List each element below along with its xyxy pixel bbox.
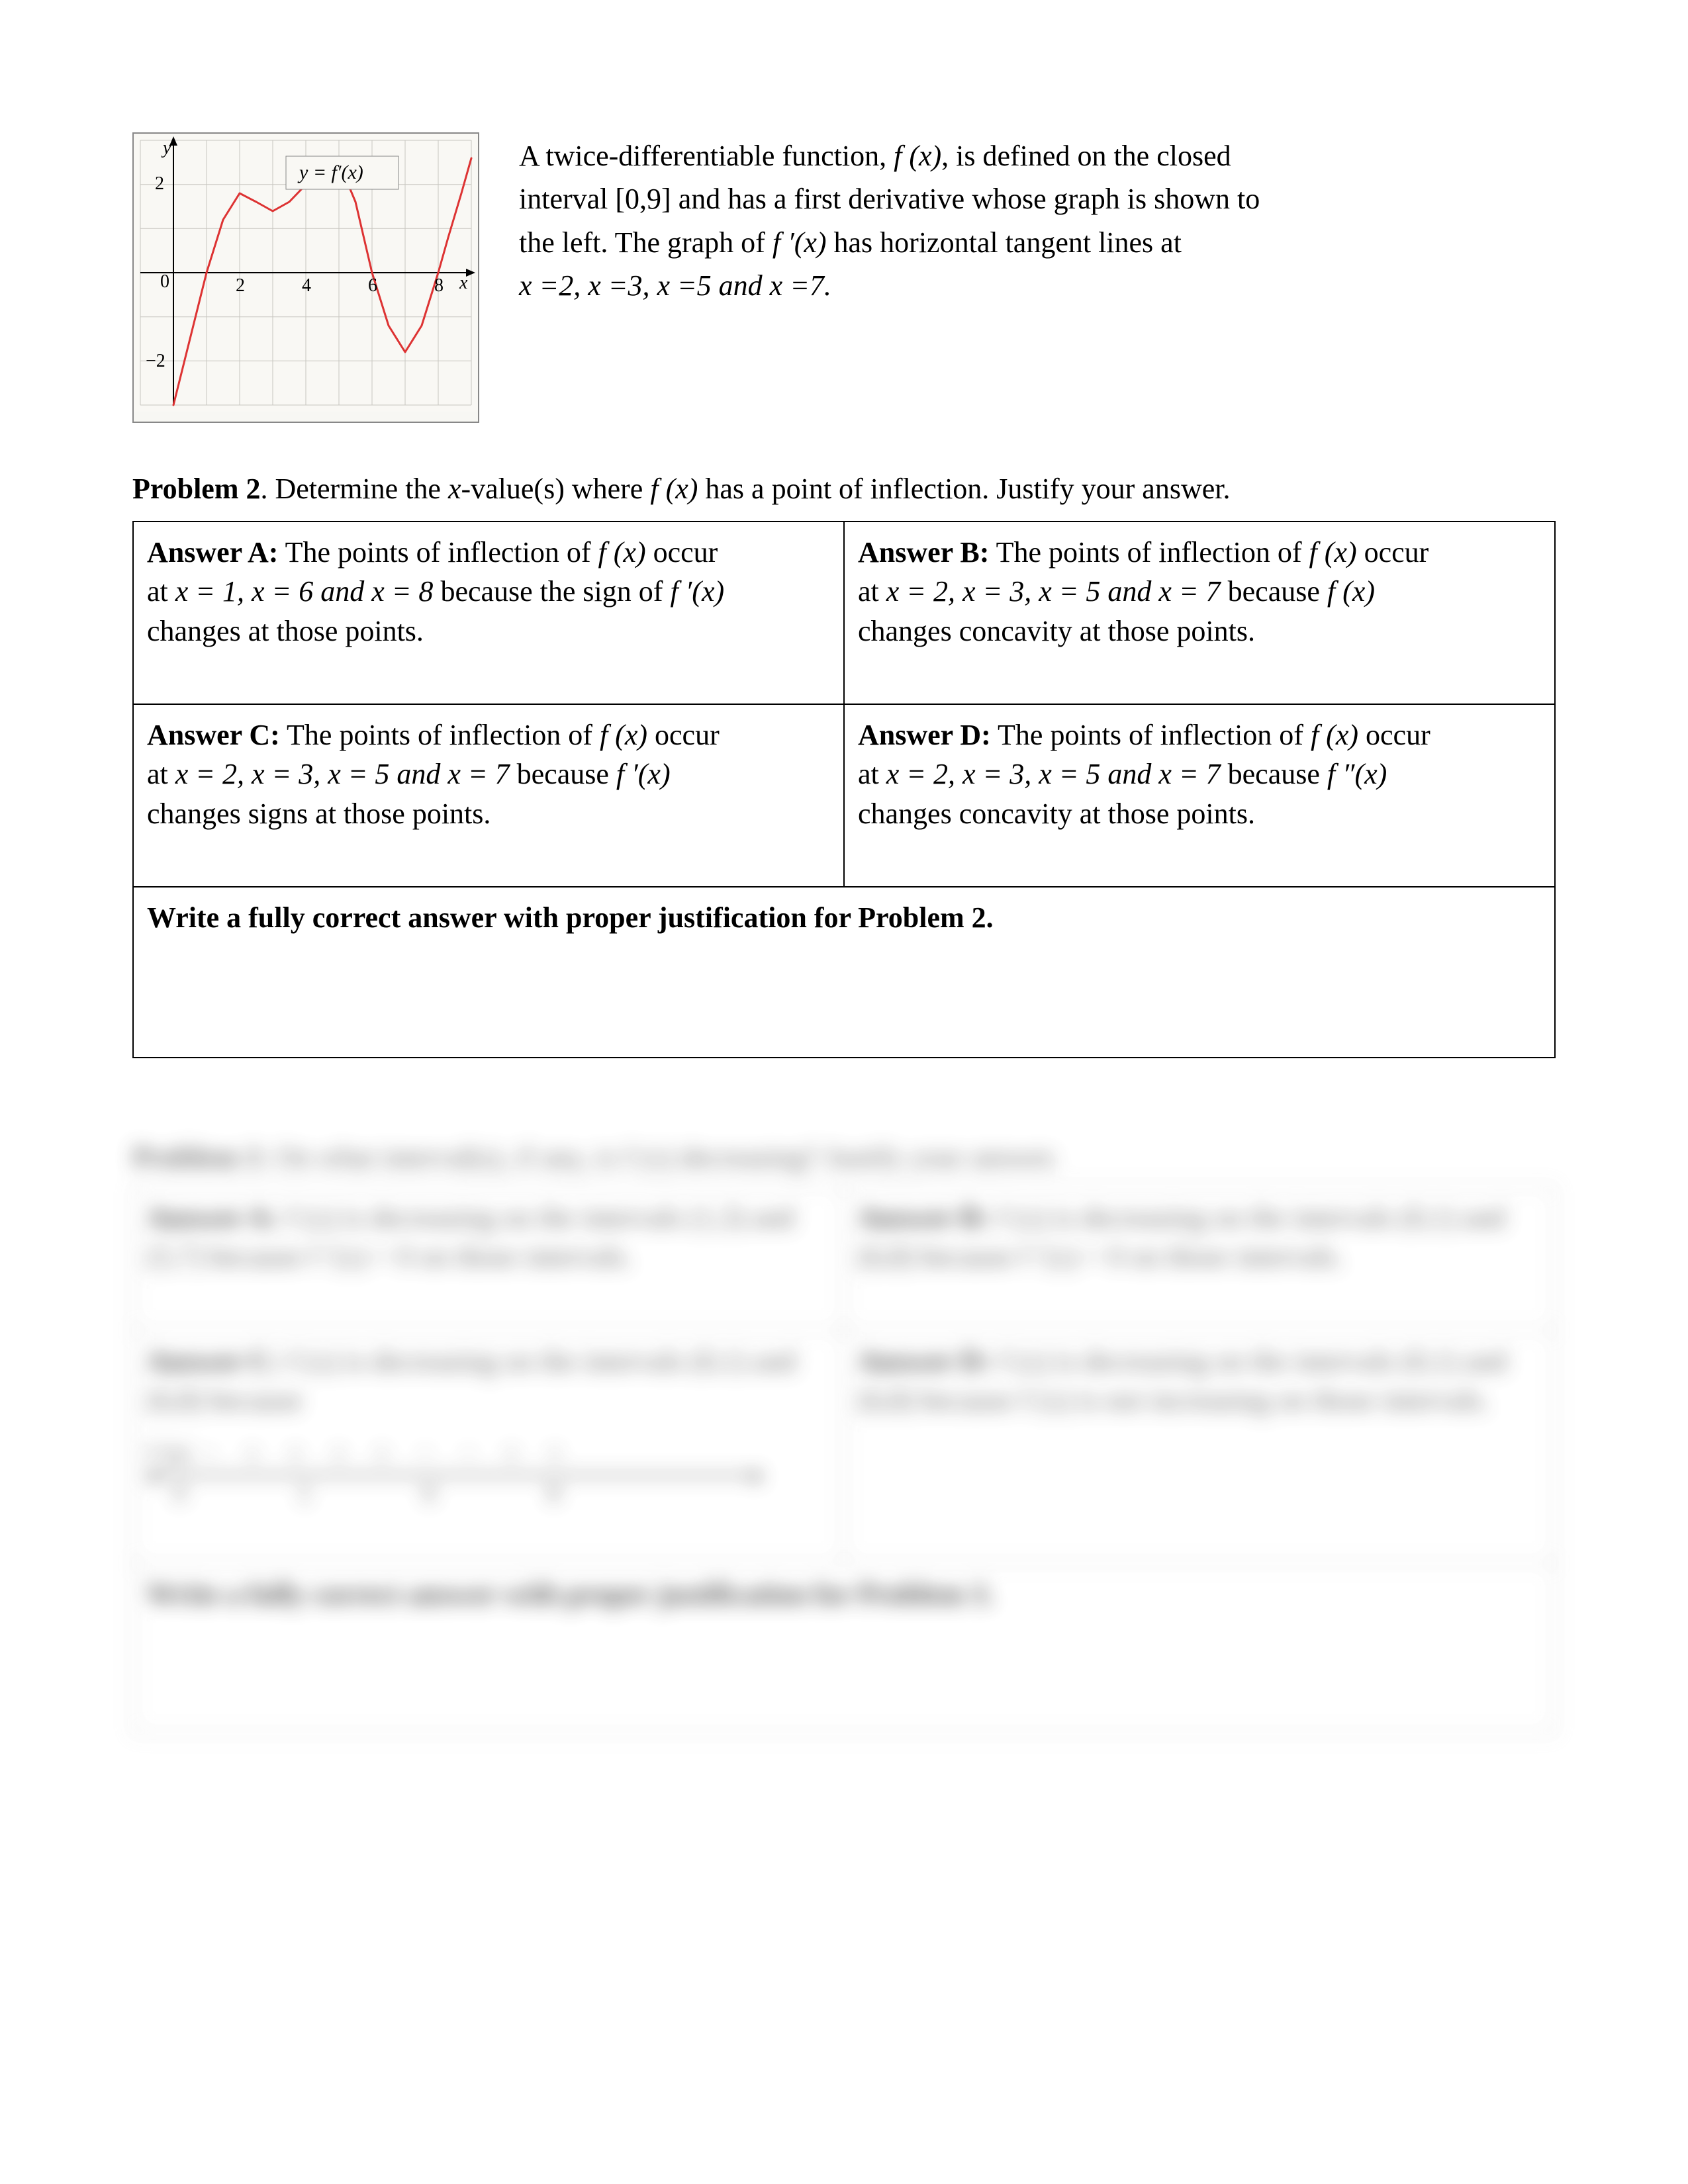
answer-C-label: Answer C:	[147, 719, 280, 751]
svg-text:x: x	[459, 273, 468, 293]
problem3-answers-table: Answer A: f (x) is decreasing on the int…	[132, 1186, 1556, 1735]
answer-A-label: Answer A:	[147, 536, 278, 569]
intro-l3a: the left. The graph of	[519, 226, 773, 259]
answer-B: Answer B: The points of inflection of f …	[844, 522, 1555, 704]
C-t4: because	[510, 758, 616, 790]
svg-text:2: 2	[155, 173, 164, 194]
page: 0 2 4 6 8 2 −2 y x y = f′(x) A twice-dif…	[0, 0, 1688, 2184]
svg-text:0: 0	[160, 271, 169, 292]
p2-ta: . Determine the	[261, 473, 448, 505]
C-fx: f (x)	[600, 719, 647, 751]
problem3-label: Problem 3	[132, 1141, 261, 1173]
fx-symbol: f (x)	[894, 140, 941, 172]
answer-C: Answer C: The points of inflection of f …	[133, 704, 844, 887]
sign-chart-axis	[147, 1474, 762, 1477]
intro-l1a: A twice-differentiable function,	[519, 140, 894, 172]
answer-A: Answer A: The points of inflection of f …	[133, 522, 844, 704]
answer3-A: Answer A: f (x) is decreasing on the int…	[133, 1187, 844, 1330]
A-fpx: f ′(x)	[670, 575, 724, 608]
svg-text:4: 4	[302, 275, 311, 296]
p2-fx: f (x)	[650, 473, 698, 505]
p2-x: x	[448, 473, 461, 505]
intro-l1b: , is defined on the closed	[941, 140, 1231, 172]
B-fx: f (x)	[1309, 536, 1357, 569]
A-t3: at	[147, 575, 175, 608]
A-xs: x = 1, x = 6 and x = 8	[175, 575, 434, 608]
problem2-answers-table: Answer A: The points of inflection of f …	[132, 521, 1556, 1058]
B-t5: changes concavity at those points.	[858, 615, 1255, 647]
sign-chart: f ′(x) − + + + + − − + + 0 1 6 8	[147, 1439, 830, 1510]
write-full-2-text: Write a fully correct answer with proper…	[147, 901, 994, 934]
write-full-answer-3: Write a fully correct answer with proper…	[133, 1563, 1555, 1733]
D-fppx: f ″(x)	[1327, 758, 1387, 790]
answer3-C: Answer C: f (x) is decreasing on the int…	[133, 1330, 844, 1564]
D-t1: The points of inflection of	[991, 719, 1311, 751]
answer-B-label: Answer B:	[858, 536, 989, 569]
intro-l2: interval [0,9] and has a first derivativ…	[519, 179, 1556, 218]
answer3-D: Answer D: f (x) is decreasing on the int…	[844, 1330, 1555, 1564]
intro-l3b: has horizontal tangent lines at	[827, 226, 1182, 259]
D-t4: because	[1221, 758, 1327, 790]
C-t5: changes signs at those points.	[147, 797, 491, 830]
intro-text: A twice-differentiable function, f (x), …	[519, 132, 1556, 310]
B-xs: x = 2, x = 3, x = 5 and x = 7	[886, 575, 1221, 608]
B-fx2: f (x)	[1327, 575, 1375, 608]
svg-text:y: y	[161, 138, 171, 158]
B-t4: because	[1221, 575, 1327, 608]
derivative-graph: 0 2 4 6 8 2 −2 y x y = f′(x)	[132, 132, 479, 423]
fpx-symbol: f ′(x)	[773, 226, 827, 259]
sign-chart-ticks: 0 1 6 8	[147, 1479, 830, 1510]
sign-chart-signs: − + + + + − − + +	[203, 1441, 573, 1467]
intro-row: 0 2 4 6 8 2 −2 y x y = f′(x) A twice-dif…	[132, 132, 1556, 423]
D-xs: x = 2, x = 3, x = 5 and x = 7	[886, 758, 1221, 790]
C-fpx: f ′(x)	[616, 758, 671, 790]
C-t2: occur	[647, 719, 720, 751]
svg-text:2: 2	[236, 275, 245, 296]
C-xs: x = 2, x = 3, x = 5 and x = 7	[175, 758, 510, 790]
graph-svg: 0 2 4 6 8 2 −2 y x y = f′(x)	[134, 134, 478, 412]
D-fx: f (x)	[1311, 719, 1358, 751]
svg-text:8: 8	[434, 275, 444, 296]
p2-tc: has a point of inflection. Justify your …	[698, 473, 1230, 505]
svg-text:6: 6	[368, 275, 377, 296]
D-t2: occur	[1358, 719, 1430, 751]
A-fx: f (x)	[598, 536, 646, 569]
answer3-B-label: Answer B:	[858, 1201, 989, 1234]
answer-D-label: Answer D:	[858, 719, 991, 751]
intro-l4: x =2, x =3, x =5 and x =7.	[519, 269, 831, 302]
C-t3: at	[147, 758, 175, 790]
A-t4: because the sign of	[433, 575, 670, 608]
problem3-statement: Problem 3. On what interval(s), if any, …	[132, 1138, 1556, 1177]
write-full-3-text: Write a fully correct answer with proper…	[147, 1578, 994, 1610]
problem2-statement: Problem 2. Determine the x-value(s) wher…	[132, 469, 1556, 508]
answer-D: Answer D: The points of inflection of f …	[844, 704, 1555, 887]
C-t1: The points of inflection of	[280, 719, 600, 751]
B-t1: The points of inflection of	[989, 536, 1309, 569]
A-t5: changes at those points.	[147, 615, 424, 647]
B-t2: occur	[1357, 536, 1429, 569]
write-full-answer-2: Write a fully correct answer with proper…	[133, 887, 1555, 1057]
D-t5: changes concavity at those points.	[858, 797, 1255, 830]
A-t2: occur	[646, 536, 718, 569]
A-t1: The points of inflection of	[278, 536, 598, 569]
sign-chart-label: f ′(x)	[147, 1441, 190, 1467]
D-t3: at	[858, 758, 886, 790]
answer3-D-label: Answer D:	[858, 1345, 991, 1377]
p3-text: . On what interval(s), if any, is f (x) …	[261, 1141, 1060, 1173]
B-t3: at	[858, 575, 886, 608]
answer3-A-label: Answer A:	[147, 1201, 278, 1234]
svg-text:−2: −2	[146, 351, 165, 371]
problem2-label: Problem 2	[132, 473, 261, 505]
graph-curve-label: y = f′(x)	[297, 161, 363, 183]
problem3-blurred: Problem 3. On what interval(s), if any, …	[132, 1138, 1556, 1735]
p2-tb: -value(s) where	[461, 473, 650, 505]
answer3-B: Answer B: f (x) is decreasing on the int…	[844, 1187, 1555, 1330]
answer3-C-label: Answer C:	[147, 1345, 280, 1377]
